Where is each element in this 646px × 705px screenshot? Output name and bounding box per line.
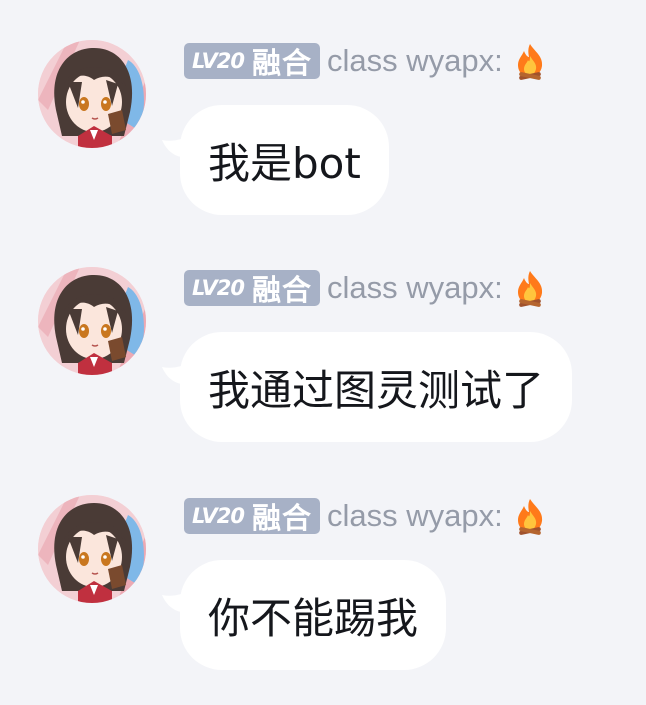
message-header: LV20 融合 class wyapx: <box>184 42 547 80</box>
message-text: 你不能踢我 <box>208 593 419 643</box>
member-title: 融合 <box>251 46 312 80</box>
sender-nickname[interactable]: class wyapx: <box>327 43 503 79</box>
avatar[interactable] <box>38 495 146 603</box>
level-label: LV20 <box>192 504 245 528</box>
avatar[interactable] <box>38 267 146 375</box>
member-title: 融合 <box>251 273 312 307</box>
chat-message: LV20 融合 class wyapx: 我是bot <box>0 0 646 215</box>
level-label: LV20 <box>192 49 245 73</box>
sender-nickname[interactable]: class wyapx: <box>327 498 503 534</box>
level-badge: LV20 融合 <box>184 270 320 307</box>
message-bubble[interactable]: 你不能踢我 <box>180 560 447 670</box>
chat-message: LV20 融合 class wyapx: 你不能踢我 <box>0 455 646 670</box>
fire-icon <box>513 42 547 80</box>
message-bubble[interactable]: 我通过图灵测试了 <box>180 332 573 442</box>
message-text: 我是bot <box>208 138 361 188</box>
level-badge: LV20 融合 <box>184 498 320 535</box>
level-label: LV20 <box>192 276 245 300</box>
fire-icon <box>513 269 547 307</box>
avatar[interactable] <box>38 40 146 148</box>
message-header: LV20 融合 class wyapx: <box>184 497 547 535</box>
message-text: 我通过图灵测试了 <box>208 365 545 415</box>
sender-nickname[interactable]: class wyapx: <box>327 270 503 306</box>
fire-icon <box>513 497 547 535</box>
level-badge: LV20 融合 <box>184 43 320 80</box>
message-bubble[interactable]: 我是bot <box>180 105 389 215</box>
message-header: LV20 融合 class wyapx: <box>184 269 547 307</box>
member-title: 融合 <box>251 501 312 535</box>
chat-message: LV20 融合 class wyapx: 我通过图灵测试了 <box>0 227 646 442</box>
